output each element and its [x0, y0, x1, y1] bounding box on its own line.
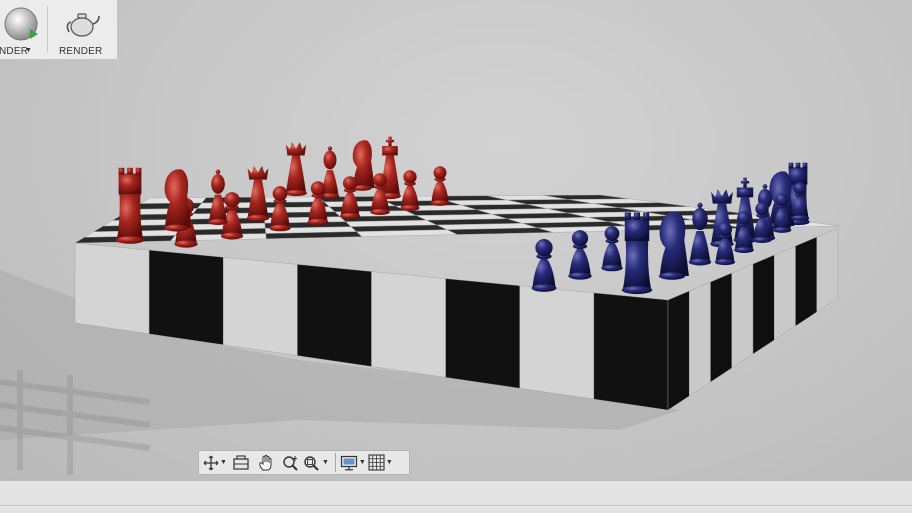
board-front-square [371, 271, 446, 378]
navigation-bar: ▼ ▼ ▼ ▼ [198, 450, 410, 475]
board-front-square [519, 285, 595, 400]
render-toolbar: NDER ▼ RENDER [0, 0, 118, 60]
render-button[interactable]: RENDER [50, 0, 116, 60]
board-side-square [710, 272, 732, 383]
board-front-square [445, 278, 520, 389]
zoom-button[interactable] [279, 452, 303, 473]
red-pawn [400, 170, 420, 211]
grid-settings-button[interactable]: ▼ [368, 452, 395, 473]
chess-scene [0, 136, 841, 475]
board-side-square [774, 245, 796, 341]
status-bar [0, 480, 912, 513]
board-side-square [689, 281, 711, 397]
teapot-icon [66, 13, 100, 37]
pan-button[interactable] [253, 452, 279, 473]
red-queen-piece [246, 166, 270, 222]
render-sphere-icon [4, 7, 38, 41]
orbit-button[interactable]: ▼ [203, 452, 229, 473]
fit-zoom-icon [304, 455, 319, 471]
render-label: RENDER [59, 46, 103, 57]
blue-rook-piece [621, 212, 653, 295]
board-side-square [752, 254, 775, 355]
red-pawn [430, 166, 450, 206]
orbit-icon [203, 455, 219, 470]
blue-knight-piece [658, 211, 689, 280]
render-dropdown-label: NDER [0, 46, 29, 57]
fit-zoom-button[interactable]: ▼ [303, 452, 331, 473]
chevron-down-icon: ▼ [321, 459, 329, 466]
board-front-square [297, 264, 372, 367]
board-front-square [223, 257, 298, 356]
3d-viewport[interactable] [0, 0, 912, 480]
chevron-down-icon: ▼ [385, 459, 393, 466]
blue-pawn [531, 239, 557, 292]
chevron-down-icon: ▼ [220, 459, 227, 466]
board-front-square [74, 242, 150, 335]
toolbar-divider [47, 6, 48, 52]
board-side-square [795, 236, 817, 327]
look-at-button[interactable] [229, 452, 253, 473]
status-bar-divider [0, 505, 912, 506]
board-side-square [667, 290, 690, 411]
blue-pawn [568, 230, 592, 280]
red-rook [115, 167, 145, 244]
board-front-square [148, 249, 224, 345]
blue-pawn [601, 226, 623, 272]
red-queen [285, 142, 307, 197]
look-at-icon [233, 454, 249, 470]
display-settings-button[interactable]: ▼ [340, 452, 368, 473]
board-front-square [593, 292, 669, 411]
chevron-down-icon: ▼ [358, 459, 366, 466]
grid-settings-icon [368, 454, 385, 471]
render-dropdown-button[interactable]: NDER ▼ [0, 0, 46, 60]
zoom-icon [283, 455, 298, 471]
board-side-square [816, 227, 839, 313]
chevron-down-icon: ▼ [25, 47, 33, 54]
navbar-divider [334, 453, 336, 472]
board-side-square [731, 263, 754, 369]
pan-icon [259, 454, 272, 470]
display-settings-icon [340, 455, 357, 470]
